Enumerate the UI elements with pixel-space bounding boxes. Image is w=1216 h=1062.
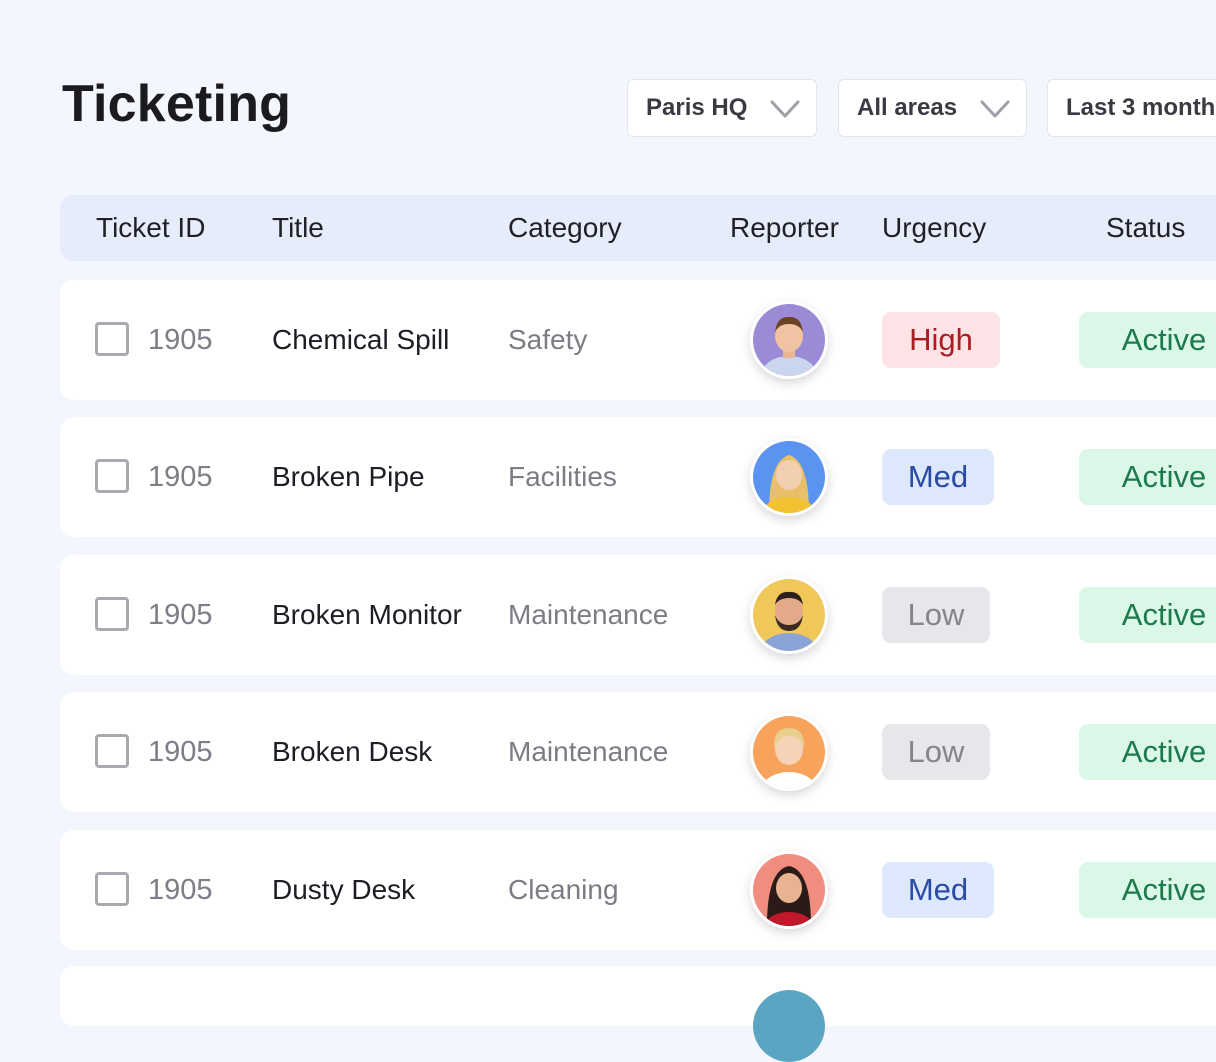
person-icon	[753, 854, 825, 926]
row-checkbox[interactable]	[95, 459, 129, 493]
ticket-title: Chemical Spill	[272, 324, 450, 355]
ticket-title: Dusty Desk	[272, 874, 416, 905]
ticket-title: Broken Desk	[272, 736, 433, 767]
location-filter-label: Paris HQ	[646, 94, 748, 121]
status-badge: Active	[1079, 724, 1216, 780]
ticket-title: Broken Pipe	[272, 461, 425, 492]
urgency-badge: Low	[882, 724, 990, 780]
column-header-urgency[interactable]: Urgency	[882, 195, 986, 261]
person-icon	[753, 304, 825, 376]
ticket-id: 1905	[148, 599, 213, 631]
row-checkbox[interactable]	[95, 734, 129, 768]
person-icon	[753, 579, 825, 651]
page-title: Ticketing	[62, 75, 292, 133]
ticket-id: 1905	[148, 324, 213, 356]
ticket-category: Maintenance	[508, 599, 669, 630]
status-badge: Active	[1079, 449, 1216, 505]
column-header-title[interactable]: Title	[272, 195, 324, 261]
ticket-category: Facilities	[508, 461, 617, 492]
area-filter-label: All areas	[857, 94, 958, 121]
table-row[interactable]	[60, 966, 1216, 1062]
person-icon	[753, 441, 825, 513]
table-row[interactable]: 1905 Broken Monitor Maintenance Low Acti…	[60, 555, 1216, 675]
row-checkbox[interactable]	[95, 322, 129, 356]
urgency-badge: Med	[882, 449, 994, 505]
table-header: Ticket ID Title Category Reporter Urgenc…	[60, 195, 1216, 261]
row-checkbox[interactable]	[95, 597, 129, 631]
ticket-id: 1905	[148, 461, 213, 493]
column-header-category[interactable]: Category	[508, 195, 622, 261]
column-header-reporter[interactable]: Reporter	[730, 195, 839, 261]
column-header-ticket-id[interactable]: Ticket ID	[96, 195, 205, 261]
urgency-badge: Low	[882, 587, 990, 643]
ticket-category: Maintenance	[508, 736, 669, 767]
reporter-avatar[interactable]	[750, 851, 828, 929]
row-checkbox[interactable]	[95, 872, 129, 906]
ticket-id: 1905	[148, 874, 213, 906]
table-row[interactable]: 1905 Dusty Desk Cleaning Med Active	[60, 830, 1216, 950]
urgency-badge: High	[882, 312, 1000, 368]
ticket-category: Cleaning	[508, 874, 619, 905]
area-filter-dropdown[interactable]: All areas	[838, 79, 1027, 137]
date-range-filter-label: Last 3 month	[1066, 94, 1216, 121]
reporter-avatar[interactable]	[750, 438, 828, 516]
ticket-id: 1905	[148, 736, 213, 768]
chevron-down-icon	[980, 100, 1010, 118]
table-row[interactable]: 1905 Broken Pipe Facilities Med Active	[60, 417, 1216, 537]
filter-bar: Paris HQ All areas Last 3 month	[627, 79, 1216, 139]
status-badge: Active	[1079, 312, 1216, 368]
ticket-category: Safety	[508, 324, 588, 355]
status-badge: Active	[1079, 587, 1216, 643]
date-range-filter-dropdown[interactable]: Last 3 month	[1047, 79, 1216, 137]
table-row[interactable]: 1905 Broken Desk Maintenance Low Active	[60, 692, 1216, 812]
reporter-avatar[interactable]	[750, 301, 828, 379]
ticket-title: Broken Monitor	[272, 599, 462, 630]
chevron-down-icon	[770, 100, 800, 118]
reporter-avatar[interactable]	[750, 713, 828, 791]
table-row[interactable]: 1905 Chemical Spill Safety High Active	[60, 280, 1216, 400]
person-icon	[753, 716, 825, 788]
reporter-avatar[interactable]	[750, 576, 828, 654]
status-badge: Active	[1079, 862, 1216, 918]
reporter-avatar[interactable]	[753, 990, 825, 1062]
location-filter-dropdown[interactable]: Paris HQ	[627, 79, 817, 137]
urgency-badge: Med	[882, 862, 994, 918]
column-header-status[interactable]: Status	[1106, 195, 1185, 261]
